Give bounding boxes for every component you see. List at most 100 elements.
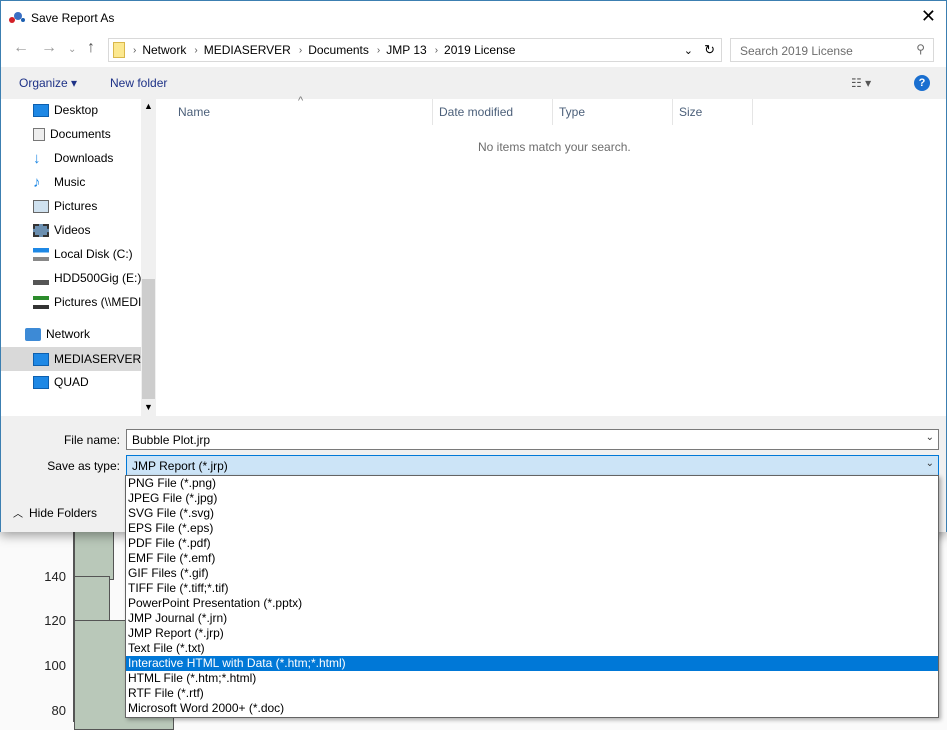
dropdown-option[interactable]: Text File (*.txt) (126, 641, 938, 656)
sidebar-item-label: Downloads (54, 151, 114, 165)
videos-icon (33, 223, 49, 237)
sidebar-item-label: HDD500Gig (E:) (54, 271, 141, 285)
up-arrow-icon[interactable]: ↑ (87, 39, 95, 57)
pictures-icon (33, 199, 49, 213)
sidebar-item-hdd500gig[interactable]: HDD500Gig (E:) (33, 267, 141, 289)
save-type-dropdown-list[interactable]: PNG File (*.png) JPEG File (*.jpg) SVG Fil… (125, 475, 939, 718)
window-title: Save Report As (31, 11, 115, 25)
scroll-down-icon[interactable]: ▼ (144, 402, 153, 412)
save-type-select[interactable]: JMP Report (*.jrp) ⌄ (126, 455, 939, 476)
column-type[interactable]: Type (559, 105, 585, 125)
sidebar-item-label: QUAD (54, 375, 89, 389)
recent-chevron-icon[interactable]: ⌄ (68, 44, 76, 55)
computer-icon (33, 375, 49, 389)
breadcrumb-jmp13[interactable]: JMP 13 (386, 43, 426, 57)
sidebar-item-quad[interactable]: QUAD (33, 371, 141, 393)
dropdown-option[interactable]: Microsoft Word 2000+ (*.doc) (126, 701, 938, 716)
sidebar-item-label: Network (46, 327, 91, 341)
sidebar-item-documents[interactable]: Documents (33, 123, 141, 145)
sidebar-item-pictures[interactable]: Pictures (33, 195, 141, 217)
navigation-pane: Desktop Documents ↓ Downloads ♪ Music Pict… (1, 99, 158, 416)
dropdown-option[interactable]: PNG File (*.png) (126, 476, 938, 491)
breadcrumb-mediaserver[interactable]: MEDIASERVER (204, 43, 291, 57)
address-bar[interactable]: › Network › MEDIASERVER › Documents › JMP 13… (108, 38, 722, 62)
sidebar-item-label: Desktop (54, 103, 99, 117)
close-button[interactable]: ✕ (921, 6, 936, 27)
y-tick: 120 (44, 613, 66, 628)
breadcrumb-documents[interactable]: Documents (308, 43, 369, 57)
back-arrow-icon[interactable]: ← (13, 39, 29, 57)
y-tick: 140 (44, 569, 66, 584)
dropdown-option[interactable]: JMP Journal (*.jrn) (126, 611, 938, 626)
scrollbar-thumb[interactable] (142, 279, 155, 399)
breadcrumb-2019-license[interactable]: 2019 License (444, 43, 515, 57)
sidebar-item-label: Pictures (\\MEDIASERVER) (54, 295, 141, 309)
chevron-up-icon: ︿ (13, 509, 23, 520)
forward-arrow-icon[interactable]: → (41, 39, 57, 57)
dropdown-option[interactable]: SVG File (*.svg) (126, 506, 938, 521)
dropdown-option[interactable]: JMP Report (*.jrp) (126, 626, 938, 641)
chevron-down-icon[interactable]: ⌄ (926, 458, 934, 469)
dropdown-option[interactable]: EPS File (*.eps) (126, 521, 938, 536)
folder-icon (113, 42, 125, 58)
column-name[interactable]: Name (178, 105, 210, 125)
dropdown-option[interactable]: Interactive HTML with Data (*.htm;*.html… (126, 656, 938, 671)
organize-button[interactable]: Organize ▾ (19, 76, 77, 90)
sidebar-item-label: Pictures (54, 199, 98, 213)
dropdown-option[interactable]: HTML File (*.htm;*.html) (126, 671, 938, 686)
chevron-down-icon[interactable]: ⌄ (926, 432, 934, 443)
sidebar-item-label: Local Disk (C:) (54, 247, 133, 261)
save-type-value: JMP Report (*.jrp) (132, 459, 228, 473)
sidebar-item-local-disk[interactable]: Local Disk (C:) (33, 243, 141, 265)
hide-folders-button[interactable]: ︿ Hide Folders (13, 505, 97, 520)
file-name-value: Bubble Plot.jrp (132, 433, 211, 447)
column-date-modified[interactable]: Date modified (439, 105, 513, 125)
downloads-icon: ↓ (33, 149, 41, 167)
dropdown-option[interactable]: GIF Files (*.gif) (126, 566, 938, 581)
dropdown-option[interactable]: PDF File (*.pdf) (126, 536, 938, 551)
dropdown-option[interactable]: JPEG File (*.jpg) (126, 491, 938, 506)
dropdown-option[interactable]: TIFF File (*.tiff;*.tif) (126, 581, 938, 596)
empty-message: No items match your search. (478, 140, 631, 154)
sidebar-item-label: Music (54, 175, 86, 189)
sidebar-item-mediaserver[interactable]: MEDIASERVER (1, 347, 141, 371)
sidebar-item-label: Documents (50, 127, 111, 141)
sidebar-item-label: MEDIASERVER (54, 352, 141, 366)
computer-icon (33, 352, 49, 366)
sort-arrow-icon: ^ (298, 95, 304, 107)
sidebar-item-downloads[interactable]: ↓ Downloads (33, 147, 141, 169)
column-size[interactable]: Size (679, 105, 702, 125)
save-type-label: Save as type: (47, 459, 120, 473)
address-dropdown-icon[interactable]: ⌄ (684, 44, 693, 57)
sidebar-item-pictures-network[interactable]: Pictures (\\MEDIASERVER) (33, 291, 141, 313)
music-icon: ♪ (33, 173, 41, 191)
drive-icon (33, 271, 49, 285)
sidebar-item-videos[interactable]: Videos (33, 219, 141, 241)
view-options-icon[interactable]: ☷ ▾ (851, 76, 871, 90)
refresh-icon[interactable]: ↻ (704, 42, 715, 58)
dropdown-option[interactable]: PowerPoint Presentation (*.pptx) (126, 596, 938, 611)
search-icon: ⚲ (916, 42, 925, 56)
network-drive-icon (33, 295, 49, 309)
breadcrumb-network[interactable]: Network (142, 43, 186, 57)
dropdown-option[interactable]: EMF File (*.emf) (126, 551, 938, 566)
sidebar-item-desktop[interactable]: Desktop (33, 99, 141, 121)
dropdown-option[interactable]: RTF File (*.rtf) (126, 686, 938, 701)
scroll-up-icon[interactable]: ▲ (144, 101, 153, 111)
network-icon (25, 327, 41, 341)
documents-icon (33, 127, 45, 141)
sidebar-item-music[interactable]: ♪ Music (33, 171, 141, 193)
search-input[interactable]: Search 2019 License ⚲ (730, 38, 934, 62)
title-bar: Save Report As ✕ (1, 1, 946, 35)
save-report-dialog: Save Report As ✕ ← → ⌄ ↑ › Network › MEDIA… (0, 0, 947, 532)
y-tick: 80 (51, 703, 66, 718)
help-button[interactable]: ? (914, 75, 930, 91)
hide-folders-label: Hide Folders (29, 506, 98, 520)
file-list: ^ Name Date modified Type Size No items … (158, 95, 941, 416)
sidebar-item-network[interactable]: Network (25, 323, 133, 345)
search-placeholder: Search 2019 License (740, 44, 853, 58)
file-name-input[interactable]: Bubble Plot.jrp ⌄ (126, 429, 939, 450)
navigation-scrollbar[interactable]: ▲ ▼ (141, 99, 156, 416)
new-folder-button[interactable]: New folder (110, 76, 167, 90)
y-tick: 100 (44, 658, 66, 673)
